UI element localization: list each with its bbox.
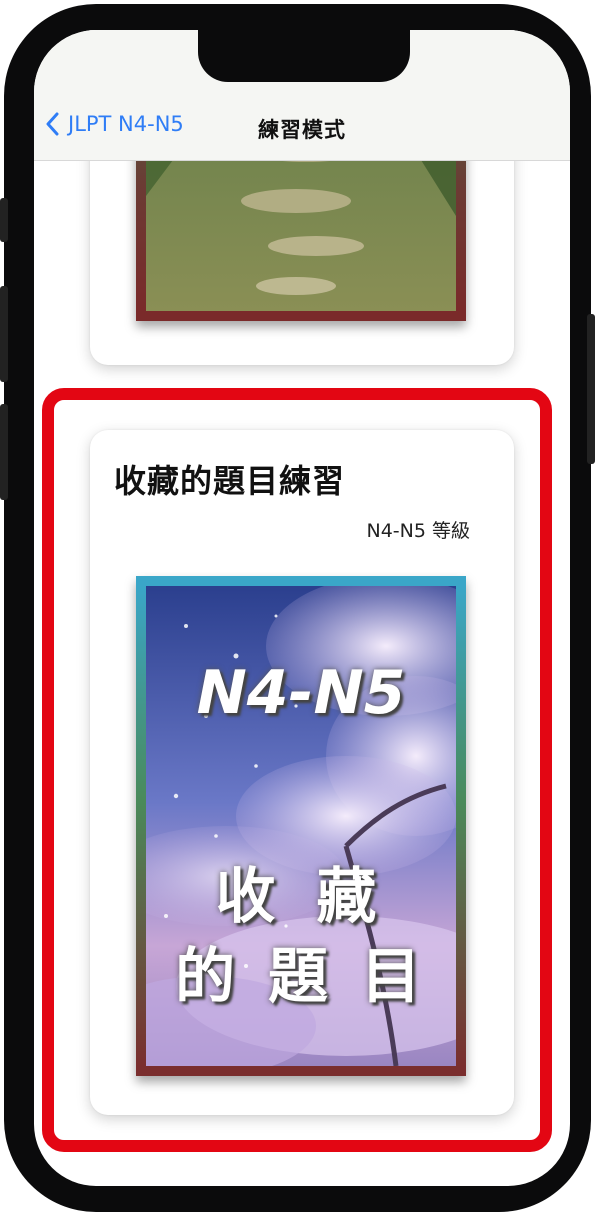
cover-title-line1: 收 藏: [215, 862, 387, 932]
level-label: N4-N5 等級: [366, 520, 471, 542]
mute-switch: [0, 198, 8, 242]
favorites-cover-image[interactable]: N4-N5 收 藏 的 題 目: [136, 576, 466, 1076]
page-title: 練習模式: [258, 118, 346, 142]
card-title: 收藏的題目練習: [114, 462, 346, 500]
favorites-practice-card[interactable]: 收藏的題目練習 N4-N5 等級 N4-N5 收 藏 的 題 目: [90, 430, 514, 1115]
phone-frame: JLPT N4-N5 練習模式 收藏的題目練習 N4-N5 等級 N4-N5 收…: [0, 4, 595, 1212]
cover-level-text: N4-N5: [196, 658, 406, 728]
screen: JLPT N4-N5 練習模式 收藏的題目練習 N4-N5 等級 N4-N5 收…: [34, 30, 570, 1186]
volume-up-button: [0, 286, 8, 382]
power-button: [587, 314, 595, 464]
volume-down-button: [0, 404, 8, 500]
cover-title-line2: 的 題 目: [175, 942, 427, 1012]
notch: [198, 30, 410, 82]
